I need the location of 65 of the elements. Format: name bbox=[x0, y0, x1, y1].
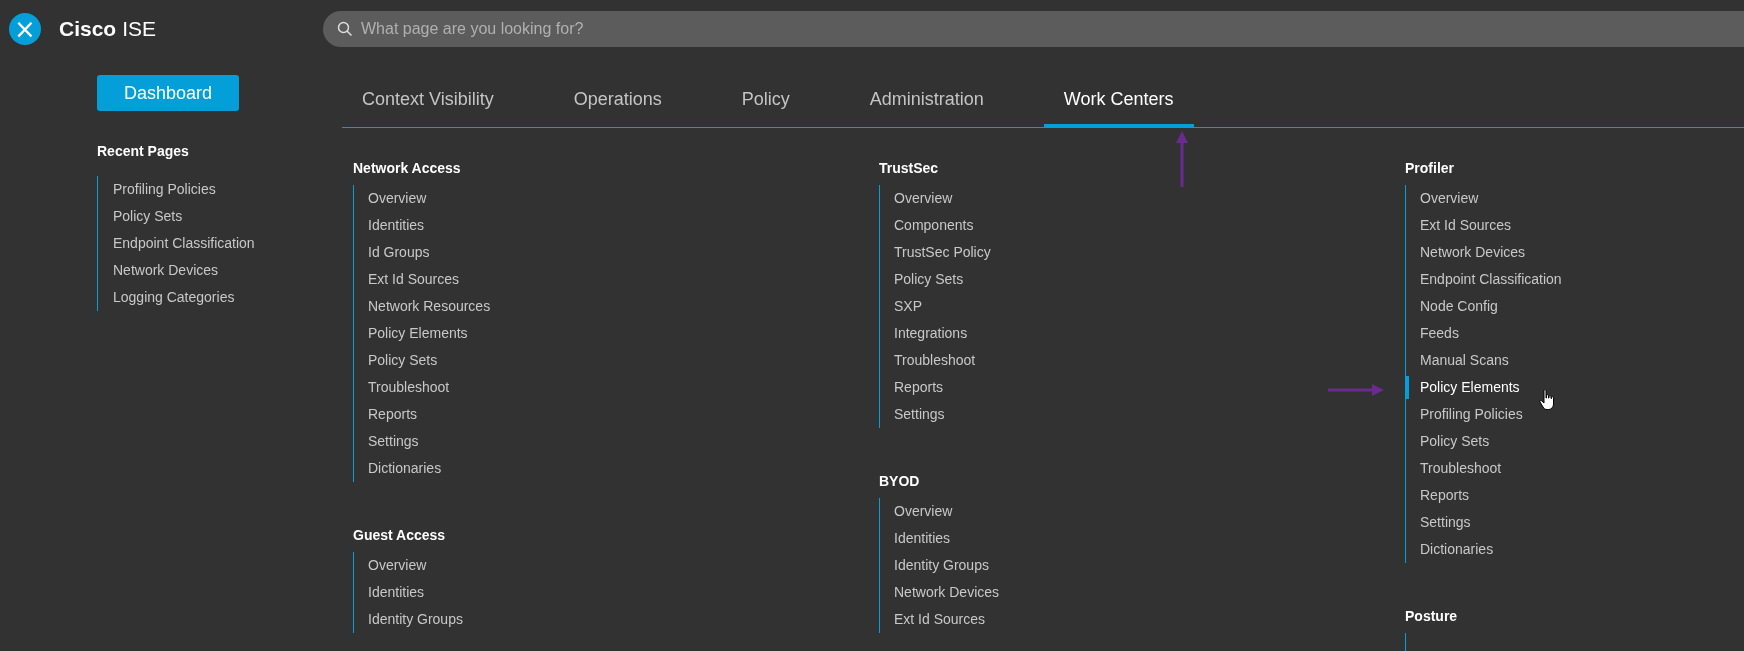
menu-item[interactable]: Troubleshoot bbox=[354, 374, 450, 401]
menu-item[interactable]: Settings bbox=[354, 428, 419, 455]
recent-page-link[interactable]: Profiling Policies bbox=[113, 176, 216, 203]
recent-page-link[interactable]: Network Devices bbox=[113, 257, 219, 284]
menu-item[interactable]: Dictionaries bbox=[354, 455, 442, 482]
nav-tab[interactable]: Work Centers bbox=[1043, 89, 1194, 128]
section-title: Recent Pages bbox=[97, 143, 190, 159]
menu-item[interactable]: Reports bbox=[1406, 482, 1470, 509]
menu-item[interactable]: Dictionaries bbox=[1406, 536, 1494, 563]
menu-item[interactable]: Id Groups bbox=[354, 239, 430, 266]
nav-tab[interactable]: Operations bbox=[553, 89, 682, 128]
annotation-arrow-icon bbox=[1175, 131, 1189, 187]
section-title: Profiler bbox=[1405, 159, 1455, 177]
menu-item[interactable]: Reports bbox=[880, 374, 944, 401]
menu-item[interactable]: Identity Groups bbox=[880, 552, 989, 579]
menu-item[interactable]: SXP bbox=[880, 293, 922, 320]
menu-item[interactable]: Ext Id Sources bbox=[354, 266, 460, 293]
menu-item[interactable]: Overview bbox=[354, 552, 427, 579]
menu-item[interactable]: TrustSec Policy bbox=[880, 239, 991, 266]
search-field[interactable]: What page are you looking for? bbox=[323, 11, 1744, 47]
menu-item[interactable]: Node Config bbox=[1406, 293, 1498, 320]
menu-item[interactable]: Endpoint Classification bbox=[1406, 266, 1562, 293]
hand-cursor-icon bbox=[1539, 389, 1557, 411]
menu-item[interactable]: Overview bbox=[354, 185, 427, 212]
nav-tab[interactable]: Policy bbox=[721, 89, 810, 128]
menu-item[interactable]: Components bbox=[880, 212, 974, 239]
menu-item[interactable]: Network Resources bbox=[354, 293, 491, 320]
menu-item[interactable]: Feeds bbox=[1406, 320, 1459, 347]
menu-item[interactable]: Policy Elements bbox=[1406, 374, 1520, 401]
menu-item[interactable]: Settings bbox=[1406, 509, 1471, 536]
nav-tab[interactable]: Context Visibility bbox=[342, 89, 514, 128]
menu-item[interactable]: Policy Sets bbox=[1406, 428, 1490, 455]
section-title: Network Access bbox=[353, 159, 462, 177]
menu-item[interactable]: Overview bbox=[880, 498, 953, 525]
menu-item[interactable]: Identities bbox=[354, 212, 425, 239]
menu-item[interactable]: Profiling Policies bbox=[1406, 401, 1523, 428]
product-name: ISE bbox=[122, 17, 157, 41]
menu-item[interactable]: Identity Groups bbox=[354, 606, 463, 633]
menu-item[interactable]: Settings bbox=[880, 401, 945, 428]
menu-item[interactable]: Policy Sets bbox=[880, 266, 964, 293]
nav-tab[interactable]: Administration bbox=[849, 89, 1004, 128]
menu-item[interactable]: Troubleshoot bbox=[880, 347, 976, 374]
menu-item[interactable]: Integrations bbox=[880, 320, 968, 347]
menu-item[interactable]: Ext Id Sources bbox=[1406, 212, 1512, 239]
section-title: Posture bbox=[1405, 607, 1459, 625]
menu-item[interactable]: Reports bbox=[354, 401, 418, 428]
menu-item[interactable]: Overview bbox=[1406, 185, 1479, 212]
annotation-arrow-icon bbox=[1328, 383, 1384, 397]
menu-item[interactable]: Overview bbox=[880, 185, 953, 212]
menu-item[interactable]: Network Devices bbox=[1406, 239, 1526, 266]
recent-page-link[interactable]: Logging Categories bbox=[113, 284, 235, 311]
section-title: BYOD bbox=[879, 472, 921, 490]
section-title: TrustSec bbox=[879, 159, 940, 177]
menu-item[interactable]: Policy Sets bbox=[354, 347, 438, 374]
menu-item[interactable]: Troubleshoot bbox=[1406, 455, 1502, 482]
menu-item[interactable]: Identities bbox=[354, 579, 425, 606]
recent-page-link[interactable]: Endpoint Classification bbox=[113, 230, 255, 257]
menu-item[interactable]: Network Devices bbox=[880, 579, 1000, 606]
menu-item[interactable]: Identities bbox=[880, 525, 951, 552]
menu-item[interactable]: Ext Id Sources bbox=[880, 606, 986, 633]
menu-item[interactable]: Policy Elements bbox=[354, 320, 468, 347]
recent-page-link[interactable]: Policy Sets bbox=[113, 203, 183, 230]
brand-name: Cisco bbox=[59, 17, 117, 41]
menu-item[interactable]: Manual Scans bbox=[1406, 347, 1509, 374]
section-title: Guest Access bbox=[353, 526, 447, 544]
